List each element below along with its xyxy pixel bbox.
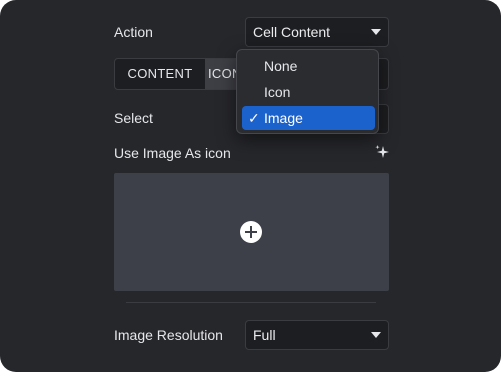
option-none[interactable]: None (242, 54, 375, 78)
option-icon-label: Icon (264, 84, 291, 100)
settings-panel: Action Cell Content CONTENT ICON Select … (0, 0, 501, 372)
action-select-value: Cell Content (253, 24, 331, 40)
image-drop-zone[interactable] (114, 173, 389, 291)
caret-down-icon (371, 29, 381, 35)
use-image-as-icon-label: Use Image As icon (114, 145, 231, 161)
action-select[interactable]: Cell Content (245, 17, 389, 47)
select-label: Select (114, 110, 153, 126)
image-resolution-value: Full (253, 327, 276, 343)
action-label: Action (114, 24, 153, 40)
action-dropdown-menu: None Icon ✓ Image (236, 49, 379, 134)
plus-circle-icon[interactable] (240, 221, 262, 243)
tab-content[interactable]: CONTENT (115, 59, 205, 89)
option-image[interactable]: ✓ Image (242, 106, 375, 130)
checkmark-icon: ✓ (248, 110, 260, 126)
option-image-label: Image (264, 110, 303, 126)
option-icon[interactable]: Icon (242, 80, 375, 104)
image-resolution-label: Image Resolution (114, 327, 223, 343)
divider (126, 302, 376, 303)
ai-sparkle-icon[interactable] (374, 144, 390, 160)
option-none-label: None (264, 58, 298, 74)
image-resolution-select[interactable]: Full (245, 320, 389, 350)
caret-down-icon (371, 332, 381, 338)
